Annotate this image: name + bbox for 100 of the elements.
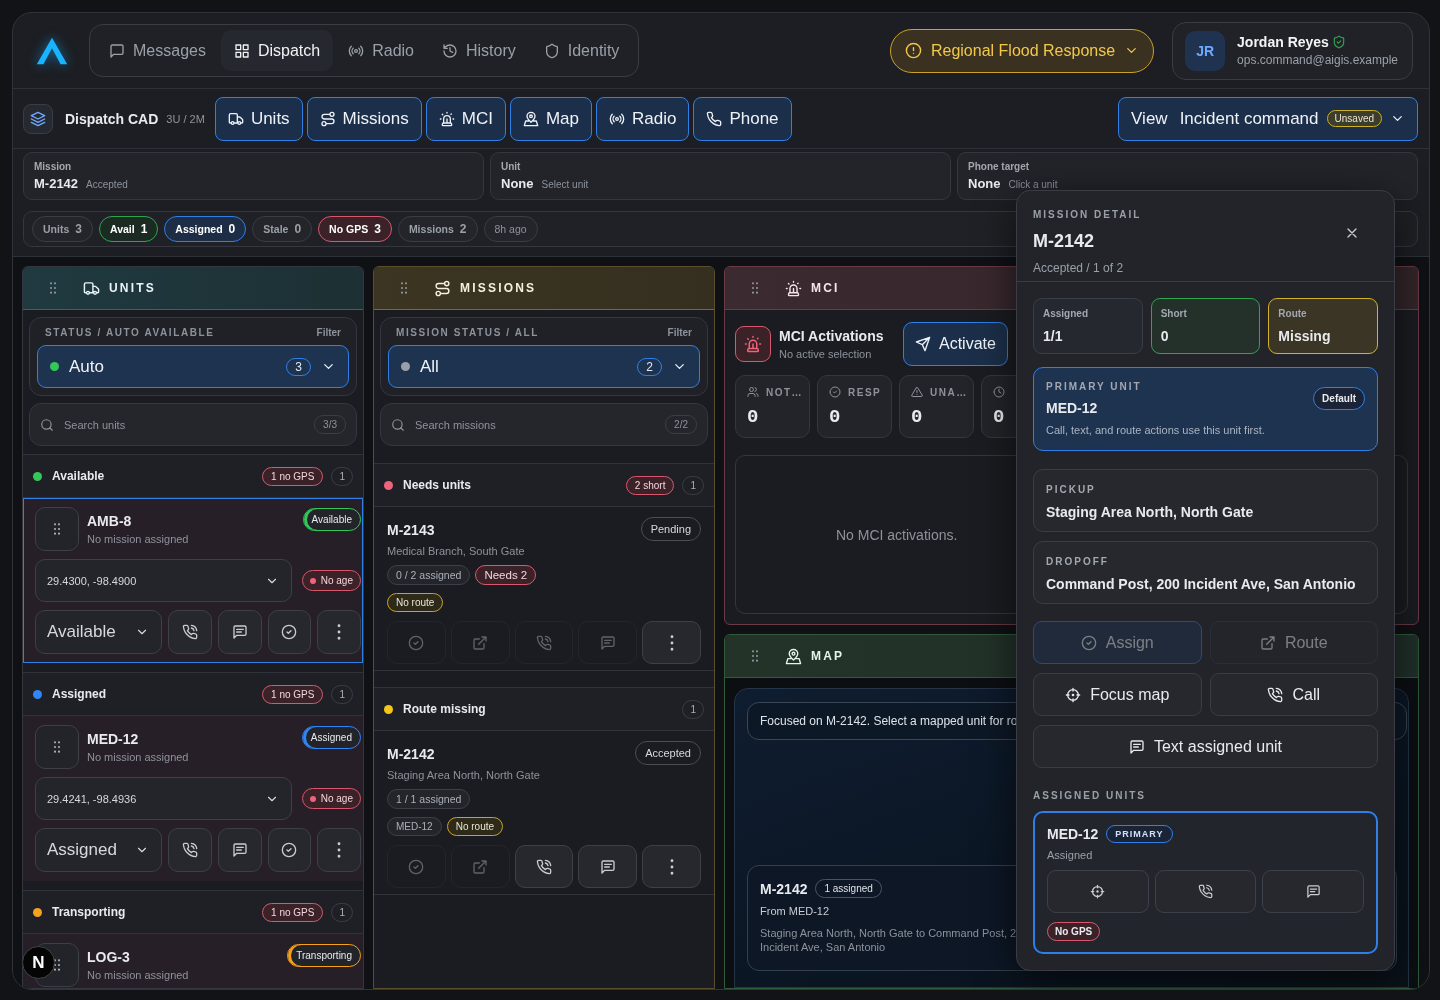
panel-toggle[interactable]: MCI (425, 96, 506, 141)
mission-id: M-2142 (387, 746, 436, 762)
status-filter-select[interactable]: Auto 3 (37, 345, 349, 388)
route-badge: No route (446, 817, 504, 836)
filter-chip[interactable]: Missions 2 (397, 216, 478, 242)
unsaved-badge: Unsaved (1326, 110, 1382, 127)
toolbar-title: Dispatch CAD (65, 110, 159, 127)
call-button[interactable] (514, 845, 574, 888)
location-select[interactable]: 29.4241, -98.4936 (35, 777, 292, 820)
more-icon (337, 624, 342, 640)
nav-tab[interactable]: Radio (335, 30, 427, 71)
context-hint: Select unit (541, 179, 589, 190)
context-hint: Accepted (86, 179, 128, 190)
message-button[interactable] (578, 845, 638, 888)
more-button[interactable] (642, 621, 701, 664)
panel-toggle[interactable]: Missions (306, 96, 422, 141)
phone-icon (182, 842, 199, 858)
more-icon (669, 858, 674, 875)
group-label: Needs units (403, 478, 471, 492)
result-count: 2/2 (665, 415, 697, 434)
message-button[interactable] (217, 610, 262, 654)
shield-icon (543, 42, 560, 59)
search-field[interactable]: Search units 3/3 (29, 403, 357, 446)
nav-tab[interactable]: Dispatch (220, 30, 334, 71)
incident-select[interactable]: Regional Flood Response (889, 28, 1155, 73)
location-select[interactable]: 29.4300, -98.4900 (35, 559, 292, 602)
stat-label: Short (1160, 308, 1188, 319)
status-select[interactable]: Assigned (35, 828, 163, 872)
panel-title: MCI (811, 281, 840, 295)
filter-link[interactable]: Filter (667, 327, 692, 338)
search-input[interactable]: Search missions (413, 417, 658, 432)
panel-toggle[interactable]: Phone (693, 96, 792, 141)
external-link-icon (472, 858, 489, 875)
group-label: Route missing (403, 702, 486, 716)
section-label: PICKUP (1046, 484, 1097, 495)
filter-chip[interactable]: Stale 0 (252, 216, 313, 242)
route-icon (434, 279, 451, 297)
truck-icon (227, 110, 244, 127)
confirm-button[interactable] (267, 828, 312, 872)
mission-id: M-2143 (387, 522, 436, 538)
panel-toggle[interactable]: Map (509, 96, 592, 141)
status-badge: Assigned (301, 726, 361, 749)
assigned-badge: 0 / 2 assigned (387, 565, 471, 585)
route-description: Staging Area North, North Gate to Command Post, 2 (760, 927, 1017, 939)
search-field[interactable]: Search missions 2/2 (380, 403, 708, 446)
search-icon (40, 417, 54, 432)
search-input[interactable]: Search units (62, 417, 307, 432)
section-label: PRIMARY UNIT (1046, 381, 1143, 392)
primary-badge: PRIMARY (1106, 825, 1173, 843)
stat-label: UNA… (930, 386, 968, 398)
stat-label: RESP (848, 386, 882, 398)
text-button[interactable]: Text assigned unit (1033, 725, 1378, 768)
call-button[interactable] (168, 610, 212, 654)
filter-label: MISSION STATUS / ALL (396, 327, 539, 338)
filter-chip[interactable]: Avail 1 (98, 216, 159, 242)
mission-location: Staging Area North, North Gate (387, 769, 540, 781)
unit-name: MED-12 (1047, 826, 1099, 842)
mission-status: Accepted / 1 of 2 (1033, 261, 1125, 275)
message-icon (599, 634, 616, 651)
siren-icon (744, 335, 762, 353)
clock-icon (993, 386, 1005, 398)
history-icon (442, 42, 458, 59)
panel-toggle[interactable]: Units (214, 96, 303, 141)
filter-link[interactable]: Filter (316, 327, 341, 338)
unit-name: AMB-8 (87, 513, 133, 529)
filter-chip[interactable]: Assigned 0 (164, 216, 247, 242)
drag-handle[interactable] (35, 507, 79, 551)
route-icon (319, 110, 336, 127)
nav-tab[interactable]: History (429, 30, 529, 71)
confirm-button[interactable] (267, 610, 312, 654)
view-select[interactable]: View Incident command Unsaved (1118, 96, 1418, 141)
panel-title: MISSIONS (460, 281, 537, 295)
focus-map-button[interactable]: Focus map (1033, 673, 1202, 716)
activate-button[interactable]: Activate (903, 322, 1008, 366)
message-button[interactable] (217, 828, 262, 872)
context-value: M-2142 (34, 176, 79, 191)
panel-toggle[interactable]: Radio (596, 96, 690, 141)
call-button[interactable] (168, 828, 212, 872)
call-button[interactable]: Call (1209, 673, 1378, 716)
status-filter-select[interactable]: All 2 (388, 345, 700, 388)
avatar: JR (1185, 30, 1226, 71)
empty-message: No MCI activations. (836, 526, 958, 543)
status-select[interactable]: Available (35, 610, 163, 654)
user-email: ops.command@aigis.example (1237, 53, 1398, 67)
unit-mission: No mission assigned (87, 533, 190, 545)
nav-tab[interactable]: Messages (96, 30, 219, 71)
panel-title: UNITS (109, 281, 156, 295)
unit-mission: No mission assigned (87, 751, 190, 763)
stat-label: Route (1278, 308, 1308, 319)
map-pin-icon (785, 647, 802, 665)
assigned-badge: 1 / 1 assigned (387, 789, 471, 809)
text-button[interactable] (1262, 870, 1364, 913)
drag-handle[interactable] (35, 725, 79, 769)
filter-chip[interactable]: No GPS 3 (318, 216, 392, 242)
search-icon (391, 417, 405, 432)
context-value: None (501, 176, 534, 191)
crosshair-icon (1065, 686, 1082, 703)
filter-chip[interactable]: 8h ago (483, 216, 538, 242)
nav-tab[interactable]: Identity (530, 30, 633, 71)
filter-chip[interactable]: Units 3 (32, 216, 93, 242)
